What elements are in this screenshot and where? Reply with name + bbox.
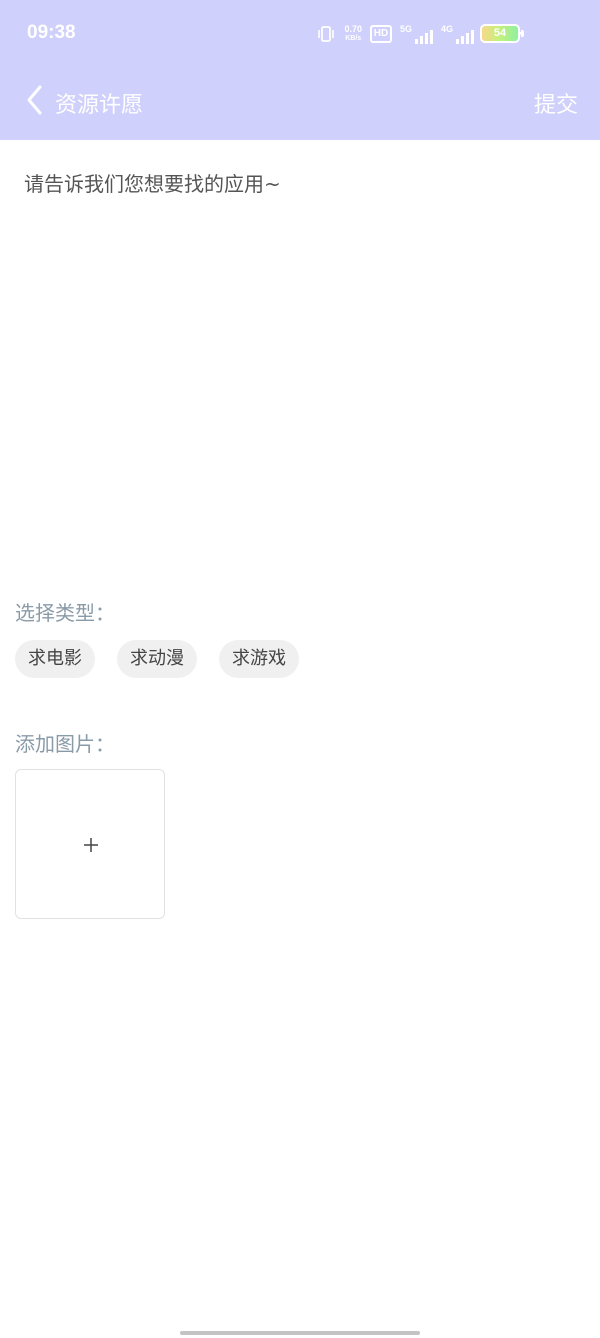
net-speed: 0.70 KB/s xyxy=(344,25,362,43)
hd-icon: HD xyxy=(369,25,392,43)
app-header: 09:38 0.70 KB/s HD 5G 4G 54 资源许愿 提交 xyxy=(0,0,600,140)
signal-4g-icon: 4G xyxy=(441,24,474,44)
submit-button[interactable]: 提交 xyxy=(534,87,578,119)
type-chip-group: 求电影 求动漫 求游戏 xyxy=(15,640,299,678)
status-bar: 09:38 0.70 KB/s HD 5G 4G 54 xyxy=(0,0,600,68)
back-arrow-icon[interactable] xyxy=(24,84,46,116)
battery-icon: 54 xyxy=(480,24,520,43)
signal-4g-label: 4G xyxy=(440,24,453,34)
battery-tip xyxy=(521,30,524,37)
type-chip-movie[interactable]: 求电影 xyxy=(15,640,95,678)
type-section-label: 选择类型： xyxy=(15,601,115,625)
status-time: 09:38 xyxy=(27,22,76,43)
image-section-label: 添加图片： xyxy=(15,732,115,756)
type-chip-anime[interactable]: 求动漫 xyxy=(117,640,197,678)
vibrate-icon xyxy=(318,26,335,42)
signal-5g-label: 5G xyxy=(399,24,412,34)
net-speed-unit: KB/s xyxy=(345,35,362,42)
type-chip-game[interactable]: 求游戏 xyxy=(219,640,299,678)
signal-5g-icon: 5G xyxy=(400,24,433,44)
page-title: 资源许愿 xyxy=(55,93,144,118)
add-image-button[interactable] xyxy=(15,769,165,919)
home-indicator[interactable] xyxy=(180,1331,420,1335)
net-speed-value: 0.70 xyxy=(344,24,362,34)
request-description-input[interactable] xyxy=(0,140,600,580)
plus-icon xyxy=(84,838,98,852)
